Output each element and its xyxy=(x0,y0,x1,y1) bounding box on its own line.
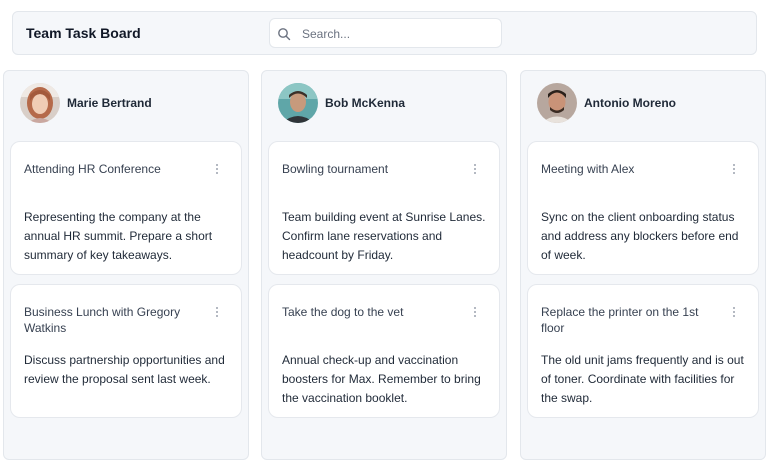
task-description: Annual check-up and vaccination boosters… xyxy=(282,353,481,405)
column-marie-bertrand: Marie Bertrand Attending HR Conference R… xyxy=(3,70,249,460)
more-vertical-icon[interactable] xyxy=(471,305,479,319)
more-vertical-icon[interactable] xyxy=(730,162,738,176)
task-description: The old unit jams frequently and is out … xyxy=(541,353,744,405)
column-antonio-moreno: Antonio Moreno Meeting with Alex Sync on… xyxy=(520,70,766,460)
task-title: Meeting with Alex xyxy=(541,162,635,176)
task-card[interactable]: Meeting with Alex Sync on the client onb… xyxy=(527,141,759,275)
page-title: Team Task Board xyxy=(26,25,141,41)
task-description: Representing the company at the annual H… xyxy=(24,210,213,262)
task-card[interactable]: Business Lunch with Gregory Watkins Disc… xyxy=(10,284,242,418)
more-vertical-icon[interactable] xyxy=(730,305,738,319)
assignee-name: Antonio Moreno xyxy=(584,96,676,110)
search-icon xyxy=(278,28,291,41)
task-title: Attending HR Conference xyxy=(24,162,161,176)
search-box[interactable] xyxy=(269,18,502,48)
assignee-name: Bob McKenna xyxy=(325,96,406,110)
task-card[interactable]: Attending HR Conference Representing the… xyxy=(10,141,242,275)
avatar xyxy=(20,83,60,123)
more-vertical-icon[interactable] xyxy=(213,162,221,176)
task-title: Business Lunch with Gregory Watkins xyxy=(24,305,181,335)
task-card[interactable]: Bowling tournament Team building event a… xyxy=(268,141,500,275)
task-card[interactable]: Take the dog to the vet Annual check-up … xyxy=(268,284,500,418)
more-vertical-icon[interactable] xyxy=(213,305,221,319)
assignee-name: Marie Bertrand xyxy=(67,96,152,110)
avatar xyxy=(537,83,577,123)
header-bar: Team Task Board xyxy=(12,11,757,55)
more-vertical-icon[interactable] xyxy=(471,162,479,176)
avatar xyxy=(278,83,318,123)
task-title: Bowling tournament xyxy=(282,162,389,176)
task-card[interactable]: Replace the printer on the 1st floor The… xyxy=(527,284,759,418)
task-description: Discuss partnership opportunities and re… xyxy=(24,353,225,386)
column-bob-mckenna: Bob McKenna Bowling tournament Team buil… xyxy=(261,70,507,460)
task-title: Replace the printer on the 1st floor xyxy=(541,305,699,335)
task-title: Take the dog to the vet xyxy=(282,305,404,319)
task-board-app: Team Task Board Marie Bertrand xyxy=(0,0,770,473)
search-input[interactable] xyxy=(302,24,492,44)
task-description: Sync on the client onboarding status and… xyxy=(541,210,739,262)
task-description: Team building event at Sunrise Lanes. Co… xyxy=(282,210,486,262)
